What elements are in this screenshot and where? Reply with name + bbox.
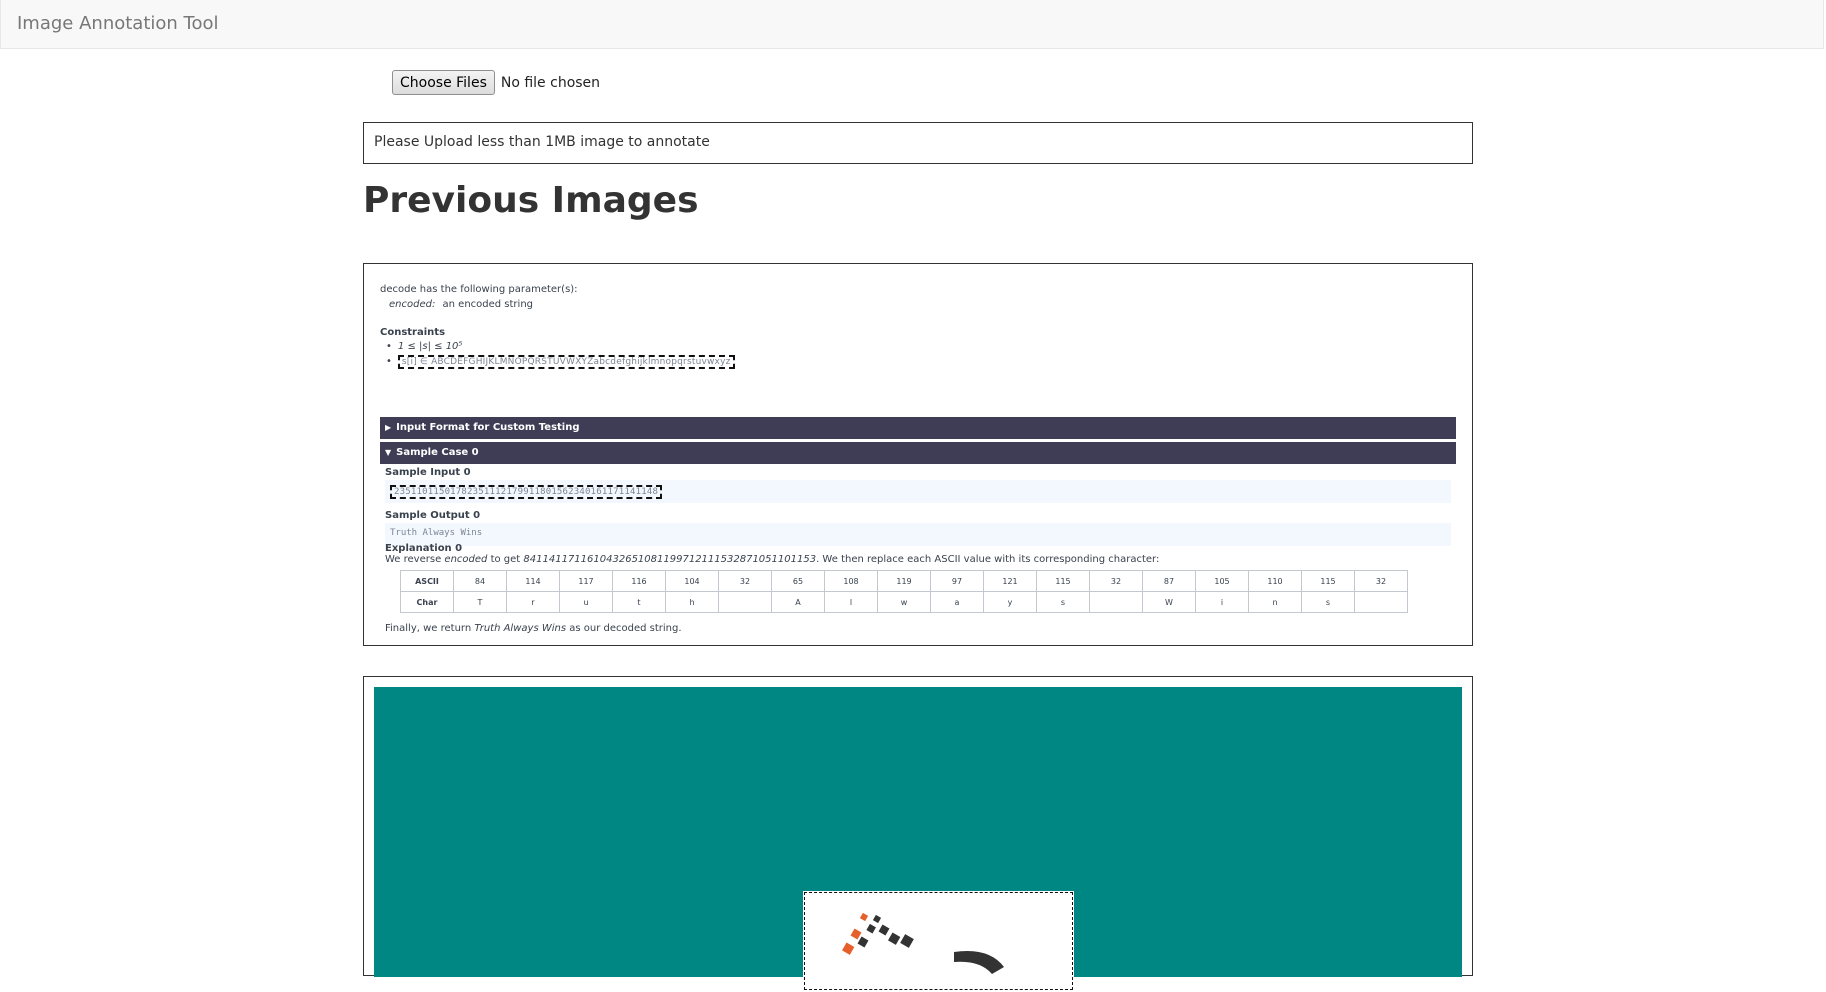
- char-cell: [1089, 591, 1143, 613]
- char-cell: n: [1248, 591, 1302, 613]
- param-name: encoded:: [389, 299, 436, 310]
- navbar: Image Annotation Tool: [0, 0, 1824, 49]
- ascii-cell: 104: [665, 570, 719, 592]
- input-format-bar: ▶ Input Format for Custom Testing: [380, 417, 1456, 439]
- explanation-heading: Explanation 0: [385, 543, 463, 554]
- file-status: No file chosen: [500, 74, 601, 91]
- constraint-item: 1 ≤ |s| ≤ 10⁵: [386, 340, 735, 355]
- char-cell: u: [559, 591, 613, 613]
- constraints-heading: Constraints: [380, 327, 446, 338]
- teal-image: [374, 687, 1462, 991]
- ascii-cell: 116: [612, 570, 666, 592]
- annotation-box: s[i] ∈ ABCDEFGHIJKLMNOPQRSTUVWXYZabcdefg…: [397, 355, 735, 369]
- sample-case-bar: ▼ Sample Case 0: [380, 442, 1456, 464]
- params-line: decode has the following parameter(s):: [380, 284, 578, 295]
- char-cell: t: [612, 591, 666, 613]
- constraints-list: 1 ≤ |s| ≤ 10⁵ s[i] ∈ ABCDEFGHIJKLMNOPQRS…: [386, 340, 735, 370]
- ascii-row: ASCII 84 114 117 116 104 32 65 108 119 97 121 115 32 8…: [400, 570, 1408, 592]
- page-title: Previous Images: [363, 180, 699, 221]
- upload-notice: Please Upload less than 1MB image to ann…: [363, 122, 1473, 164]
- ascii-cell: 119: [877, 570, 931, 592]
- char-cell: s: [1036, 591, 1090, 613]
- previous-image-card[interactable]: [363, 676, 1473, 991]
- app-title[interactable]: Image Annotation Tool: [17, 13, 219, 34]
- char-cell: A: [771, 591, 825, 613]
- char-cell: s: [1301, 591, 1355, 613]
- char-cell: [718, 591, 772, 613]
- ascii-cell: 108: [824, 570, 878, 592]
- file-upload: Choose Files No file chosen: [392, 70, 600, 95]
- char-cell: W: [1142, 591, 1196, 613]
- annotation-box: [803, 891, 1074, 991]
- sample-input-heading: Sample Input 0: [385, 467, 471, 478]
- choose-files-button[interactable]: Choose Files: [392, 70, 495, 95]
- ascii-cell: 117: [559, 570, 613, 592]
- sample-output-box: Truth Always Wins: [385, 523, 1451, 546]
- explanation-text: We reverse encoded to get 84114117116104…: [385, 554, 1160, 565]
- char-cell: h: [665, 591, 719, 613]
- triangle-down-icon: ▼: [385, 448, 392, 457]
- constraint-item: s[i] ∈ ABCDEFGHIJKLMNOPQRSTUVWXYZabcdefg…: [386, 355, 735, 370]
- sample-output-heading: Sample Output 0: [385, 510, 481, 521]
- ascii-cell: 115: [1301, 570, 1355, 592]
- ascii-cell: 97: [930, 570, 984, 592]
- ascii-cell: 32: [1089, 570, 1143, 592]
- ascii-table: ASCII 84 114 117 116 104 32 65 108 119 97 121 115 32 8…: [400, 570, 1408, 613]
- char-cell: a: [930, 591, 984, 613]
- ascii-cell: 114: [506, 570, 560, 592]
- char-cell: [1354, 591, 1408, 613]
- char-cell: i: [1195, 591, 1249, 613]
- ascii-cell: 87: [1142, 570, 1196, 592]
- triangle-right-icon: ▶: [385, 423, 392, 432]
- ascii-cell: 110: [1248, 570, 1302, 592]
- row-header: Char: [400, 591, 454, 613]
- ascii-cell: 115: [1036, 570, 1090, 592]
- ascii-cell: 121: [983, 570, 1037, 592]
- row-header: ASCII: [400, 570, 454, 592]
- previous-image-card[interactable]: decode has the following parameter(s): e…: [363, 263, 1473, 646]
- param-row: encoded: an encoded string: [389, 299, 533, 310]
- ascii-cell: 65: [771, 570, 825, 592]
- ascii-cell: 32: [718, 570, 772, 592]
- char-cell: l: [824, 591, 878, 613]
- ascii-cell: 32: [1354, 570, 1408, 592]
- ascii-cell: 105: [1195, 570, 1249, 592]
- char-cell: w: [877, 591, 931, 613]
- char-cell: y: [983, 591, 1037, 613]
- sample-input-box: 2351101150178235111217991180156234016117…: [385, 480, 1451, 503]
- char-cell: r: [506, 591, 560, 613]
- annotation-box: 2351101150178235111217991180156234016117…: [390, 485, 663, 499]
- param-desc: an encoded string: [442, 299, 533, 310]
- char-row: Char Tr u t h Al w a y s Wi n s: [400, 591, 1408, 613]
- final-text: Finally, we return Truth Always Wins as …: [385, 623, 682, 634]
- logo-icon: [842, 912, 1004, 974]
- char-cell: T: [453, 591, 507, 613]
- ascii-cell: 84: [453, 570, 507, 592]
